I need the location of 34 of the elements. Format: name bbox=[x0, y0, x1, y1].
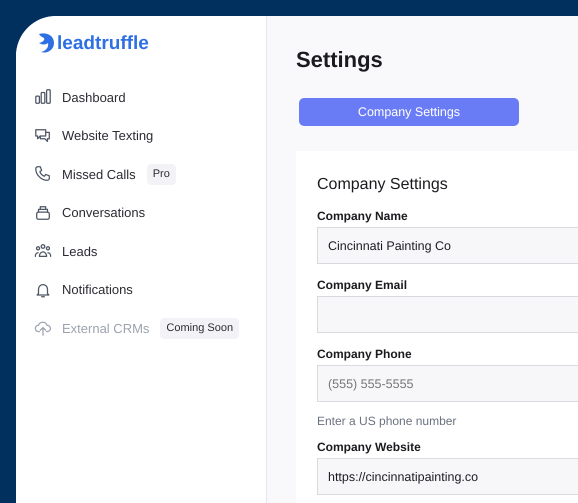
sidebar-label: Leads bbox=[62, 242, 98, 260]
field-label: Company Phone bbox=[317, 347, 413, 362]
sidebar-item[interactable]: Notifications bbox=[16, 270, 266, 309]
sidebar-item[interactable]: Missed Calls Pro bbox=[16, 155, 266, 194]
input-field[interactable] bbox=[317, 296, 578, 333]
sidebar-item[interactable]: Dashboard bbox=[16, 78, 266, 116]
chat-icon bbox=[34, 126, 52, 145]
badge: Pro bbox=[146, 164, 176, 184]
input-field[interactable]: Cincinnati Painting Co bbox=[317, 227, 578, 264]
field-label: Company Website bbox=[317, 440, 422, 455]
sidebar-label: Website Texting bbox=[62, 127, 154, 145]
field-hint: Enter a US phone number bbox=[317, 413, 458, 430]
sidebar-label: Notifications bbox=[62, 281, 133, 299]
card-title: Company Settings bbox=[317, 175, 449, 195]
phone-icon bbox=[34, 165, 52, 184]
sidebar-label: Missed Calls bbox=[62, 166, 136, 184]
input-field[interactable]: (555) 555-5555 bbox=[317, 365, 578, 402]
page-title: Settings bbox=[296, 46, 384, 74]
input-field[interactable]: https://cincinnatipainting.co bbox=[317, 458, 578, 495]
sidebar-label: Conversations bbox=[62, 204, 146, 222]
badge: Coming Soon bbox=[160, 318, 240, 338]
sidebar-label: Dashboard bbox=[62, 88, 126, 106]
chart-icon bbox=[34, 88, 52, 106]
field-label: Company Name bbox=[317, 209, 409, 224]
sidebar-item[interactable]: Conversations bbox=[16, 194, 266, 232]
field-label: Company Email bbox=[317, 278, 408, 293]
cloud-icon bbox=[34, 319, 52, 338]
sidebar-label: External CRMs bbox=[62, 320, 150, 338]
inbox-icon bbox=[34, 204, 52, 222]
tab[interactable]: Company Settings bbox=[299, 98, 519, 126]
logo-icon bbox=[36, 32, 56, 54]
logo-text: leadtruffle bbox=[57, 34, 149, 52]
sidebar-item[interactable]: Website Texting bbox=[16, 116, 266, 155]
sidebar-item[interactable]: Leads bbox=[16, 232, 266, 270]
